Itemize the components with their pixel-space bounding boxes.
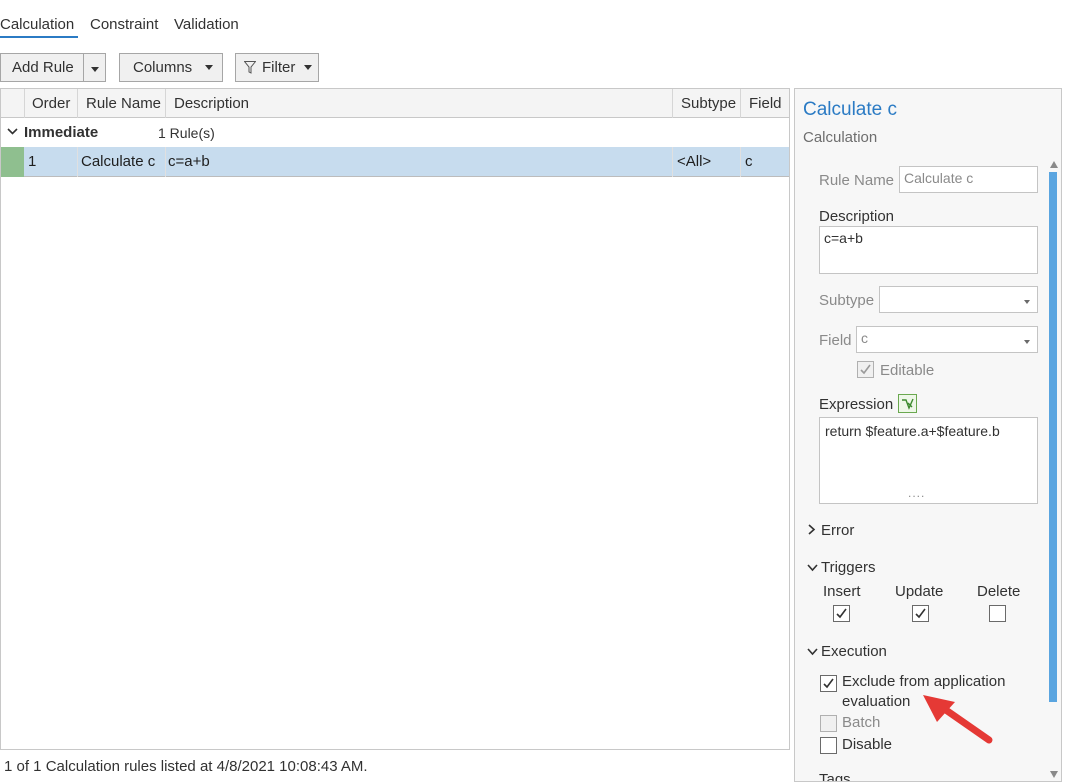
group-row-immediate[interactable]: Immediate 1 Rule(s) — [1, 118, 789, 147]
cell-description: c=a+b — [168, 153, 210, 170]
column-header-rule-name[interactable]: Rule Name — [86, 95, 161, 112]
execution-section-header[interactable]: Execution — [807, 643, 887, 660]
panel-subtitle: Calculation — [803, 129, 878, 146]
chevron-down-icon — [205, 65, 213, 70]
row-selector[interactable] — [1, 147, 24, 177]
panel-title: Calculate c — [803, 99, 897, 120]
update-checkbox[interactable] — [912, 605, 929, 622]
checkmark-icon — [836, 608, 847, 619]
checkmark-icon — [823, 678, 834, 689]
filter-button[interactable]: Filter — [235, 53, 319, 82]
add-rule-button[interactable]: Add Rule — [1, 59, 83, 76]
chevron-down-icon — [807, 561, 821, 575]
column-header-field[interactable]: Field — [749, 95, 782, 112]
delete-checkbox[interactable] — [989, 605, 1006, 622]
chevron-down-icon — [1024, 300, 1030, 304]
disable-label: Disable — [842, 736, 893, 753]
expression-label: Expression — [819, 396, 894, 413]
chevron-down-icon — [1024, 340, 1030, 344]
rule-name-label: Rule Name — [819, 172, 895, 189]
column-header-description[interactable]: Description — [174, 95, 249, 112]
exclude-from-application-evaluation-checkbox[interactable] — [820, 675, 837, 692]
chevron-down-icon — [90, 67, 99, 72]
table-row[interactable]: 1 Calculate c c=a+b <All> c — [1, 147, 789, 177]
columns-button[interactable]: Columns — [119, 53, 223, 82]
batch-checkbox[interactable] — [820, 715, 837, 732]
column-header-order[interactable]: Order — [32, 95, 70, 112]
scroll-up-icon[interactable] — [1049, 160, 1059, 169]
expression-builder-button[interactable] — [898, 394, 917, 413]
cell-order: 1 — [28, 153, 37, 170]
group-label: Immediate — [24, 124, 99, 141]
column-header-subtype[interactable]: Subtype — [681, 95, 736, 112]
add-rule-split-button: Add Rule — [0, 53, 106, 82]
tab-calculation[interactable]: Calculation — [0, 16, 74, 33]
disable-checkbox[interactable] — [820, 737, 837, 754]
error-label: Error — [821, 522, 855, 539]
resize-grip-icon[interactable]: .... — [908, 486, 925, 500]
rule-properties-panel: Calculate c Calculation Rule Name Calcul… — [794, 88, 1062, 782]
active-tab-indicator — [0, 36, 78, 38]
chevron-right-icon — [807, 524, 821, 538]
cell-rule-name: Calculate c — [81, 153, 156, 170]
filter-label: Filter — [262, 59, 296, 76]
chevron-down-icon — [807, 645, 821, 659]
scroll-down-icon[interactable] — [1049, 770, 1059, 779]
description-label: Description — [819, 208, 895, 225]
tab-constraint[interactable]: Constraint — [90, 16, 158, 33]
editable-checkbox[interactable] — [857, 361, 874, 378]
scrollbar-thumb[interactable] — [1049, 172, 1057, 702]
table-header: Order Rule Name Description Subtype Fiel… — [1, 89, 789, 118]
cell-field: c — [745, 153, 753, 170]
cell-subtype: <All> — [677, 153, 712, 170]
insert-label: Insert — [823, 583, 861, 600]
delete-label: Delete — [977, 583, 1021, 600]
annotation-arrow-icon — [923, 695, 993, 744]
panel-scrollbar[interactable] — [1047, 160, 1061, 782]
checkmark-icon — [860, 364, 871, 375]
status-bar: 1 of 1 Calculation rules listed at 4/8/2… — [4, 758, 368, 775]
chevron-down-icon[interactable] — [7, 124, 18, 140]
triggers-label: Triggers — [821, 559, 876, 576]
subtype-select[interactable] — [879, 286, 1038, 313]
chevron-down-icon — [304, 65, 312, 70]
editable-label: Editable — [880, 362, 935, 379]
expression-text: return $feature.a+$feature.b — [825, 423, 1000, 439]
field-value: c — [861, 330, 868, 346]
rule-name-field[interactable]: Calculate c — [899, 166, 1038, 193]
batch-label: Batch — [842, 714, 881, 731]
rules-table: Order Rule Name Description Subtype Fiel… — [0, 88, 790, 750]
columns-label: Columns — [133, 59, 193, 76]
group-count: 1 Rule(s) — [158, 125, 215, 141]
error-section-header[interactable]: Error — [807, 522, 854, 539]
add-rule-dropdown[interactable] — [84, 59, 105, 76]
field-label: Field — [819, 332, 852, 349]
expression-field[interactable]: return $feature.a+$feature.b .... — [819, 417, 1038, 504]
calculator-icon — [902, 398, 914, 410]
update-label: Update — [895, 583, 944, 600]
checkmark-icon — [915, 608, 926, 619]
execution-label: Execution — [821, 643, 887, 660]
exclude-label-line2: evaluation — [842, 693, 911, 710]
tab-validation[interactable]: Validation — [174, 16, 239, 33]
triggers-section-header[interactable]: Triggers — [807, 559, 875, 576]
subtype-label: Subtype — [819, 292, 875, 309]
filter-icon — [244, 61, 256, 74]
field-select[interactable]: c — [856, 326, 1038, 353]
exclude-label-line1: Exclude from application — [842, 673, 1006, 690]
tags-label: Tags — [819, 771, 851, 782]
insert-checkbox[interactable] — [833, 605, 850, 622]
description-field[interactable]: c=a+b — [819, 226, 1038, 274]
